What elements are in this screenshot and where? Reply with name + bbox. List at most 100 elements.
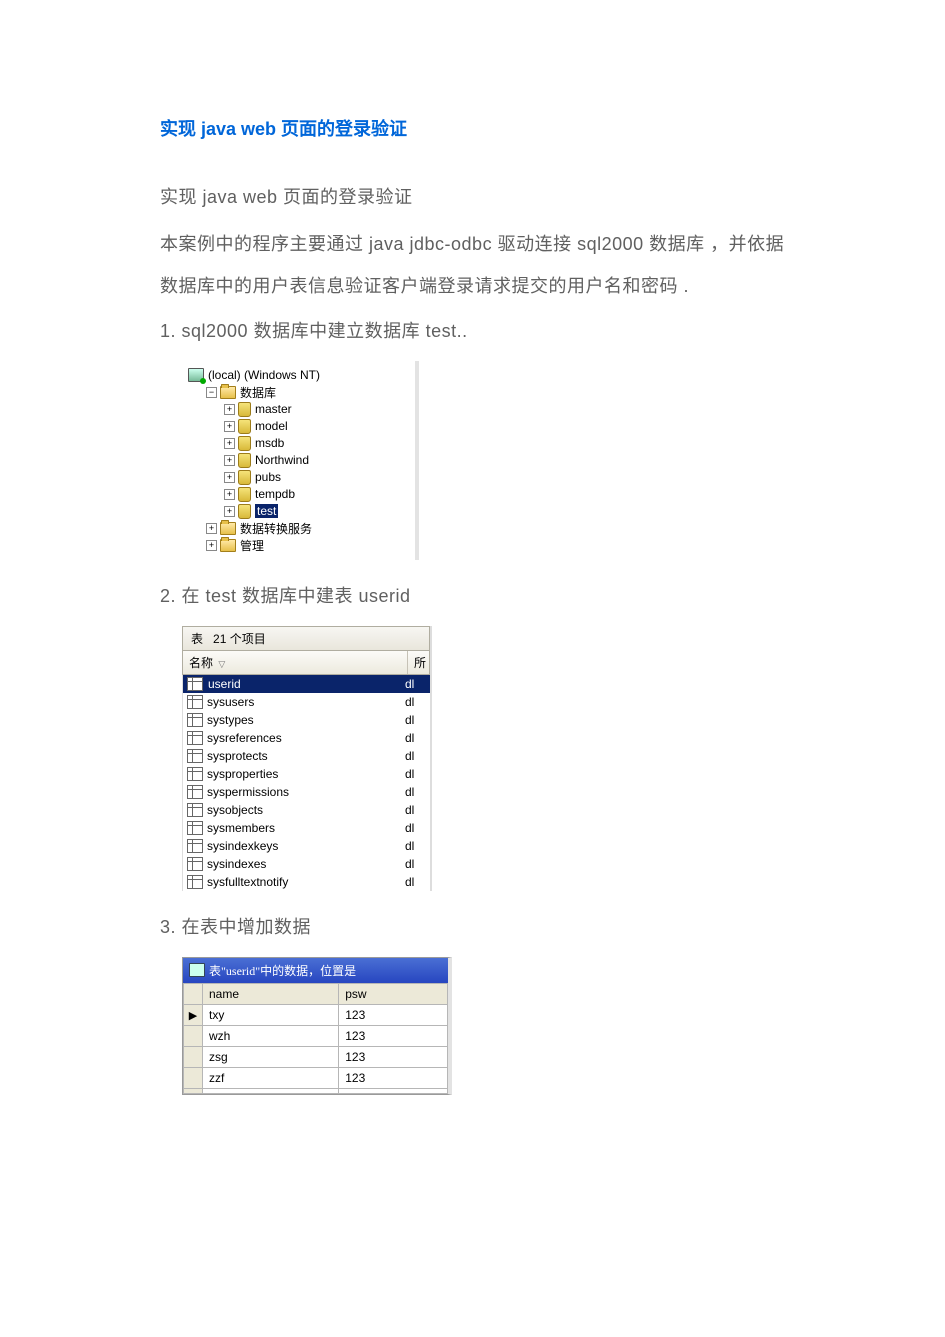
row-selector[interactable]: ▶ xyxy=(184,1004,203,1025)
table-owner: dl xyxy=(401,819,430,837)
window-icon xyxy=(189,963,205,977)
tree-databases-folder[interactable]: − 数据库 xyxy=(188,384,393,401)
table-row[interactable]: systypes dl xyxy=(182,711,430,729)
table-name: sysfulltextnotify xyxy=(207,875,288,889)
data-grid[interactable]: name psw ▶txy123wzh123zsg123zzf123 xyxy=(183,983,448,1094)
table-row[interactable]: sysusersdl xyxy=(182,693,430,711)
table-owner: dl xyxy=(401,729,430,747)
table-name: sysreferences xyxy=(207,731,282,745)
table-row[interactable]: sysfulltextnotifydl xyxy=(182,873,430,891)
tables-list[interactable]: 表 21 个项目 名称 ▽ 所 useriddlsysusersdlsystyp… xyxy=(182,626,432,891)
column-owner[interactable]: 所 xyxy=(414,656,426,670)
folder-icon xyxy=(220,539,236,552)
folder-label: 数据转换服务 xyxy=(240,520,312,537)
cell-name[interactable]: zsg xyxy=(203,1046,339,1067)
tree-db-node[interactable]: +Northwind xyxy=(188,452,393,469)
db-label: tempdb xyxy=(255,487,295,501)
expand-icon[interactable]: + xyxy=(224,472,235,483)
step-1: 1. sql2000 数据库中建立数据库 test.. xyxy=(160,313,785,351)
select-all-corner[interactable] xyxy=(184,983,203,1004)
folder-icon xyxy=(220,522,236,535)
data-grid-screenshot: 表"userid"中的数据，位置是 name psw ▶txy123wzh123… xyxy=(182,957,785,1095)
database-icon xyxy=(238,504,251,519)
grid-row[interactable]: zsg123 xyxy=(184,1046,448,1067)
grid-titlebar[interactable]: 表"userid"中的数据，位置是 xyxy=(183,958,448,983)
table-icon xyxy=(187,695,203,709)
table-name: systypes xyxy=(207,713,254,727)
table-row[interactable]: sysindexkeysdl xyxy=(182,837,430,855)
database-icon xyxy=(238,487,251,502)
table-owner: dl xyxy=(401,675,430,693)
cell-psw[interactable]: 123 xyxy=(339,1025,448,1046)
server-label: (local) (Windows NT) xyxy=(208,368,320,382)
grid-row[interactable]: ▶ txy123 xyxy=(184,1004,448,1025)
expand-icon[interactable]: + xyxy=(206,523,217,534)
table-owner: dl xyxy=(401,747,430,765)
cell-name[interactable]: txy xyxy=(203,1004,339,1025)
row-selector[interactable] xyxy=(184,1067,203,1088)
row-selector[interactable] xyxy=(184,1046,203,1067)
column-name[interactable]: 名称 xyxy=(189,656,213,670)
expand-icon[interactable]: + xyxy=(206,540,217,551)
table-row[interactable]: sysprotectsdl xyxy=(182,747,430,765)
tree-mgmt-folder[interactable]: + 管理 xyxy=(188,537,393,554)
database-icon xyxy=(238,402,251,417)
table-icon xyxy=(187,857,203,871)
folder-label: 数据库 xyxy=(240,384,276,401)
tree-dts-folder[interactable]: + 数据转换服务 xyxy=(188,520,393,537)
table-owner: dl xyxy=(401,693,430,711)
tables-count: 21 个项目 xyxy=(213,630,266,647)
expand-icon[interactable]: + xyxy=(224,506,235,517)
database-icon xyxy=(238,436,251,451)
tree-db-node[interactable]: +pubs xyxy=(188,469,393,486)
cell-name[interactable]: wzh xyxy=(203,1025,339,1046)
current-row-icon: ▶ xyxy=(189,1010,197,1022)
expand-icon[interactable]: + xyxy=(224,421,235,432)
collapse-icon[interactable]: − xyxy=(206,387,217,398)
folder-label: 管理 xyxy=(240,537,264,554)
table-row[interactable]: syspropertiesdl xyxy=(182,765,430,783)
db-label: msdb xyxy=(255,436,284,450)
table-owner: dl xyxy=(401,837,430,855)
table-row[interactable]: userid dl xyxy=(182,675,430,693)
tree-db-test[interactable]: + test xyxy=(188,503,393,520)
intro-line-1: 实现 java web 页面的登录验证 xyxy=(160,177,785,218)
table-row[interactable]: sysreferences dl xyxy=(182,729,430,747)
tables-header[interactable]: 名称 ▽ 所 xyxy=(182,650,430,675)
expand-icon[interactable]: + xyxy=(224,438,235,449)
tree-server-node[interactable]: (local) (Windows NT) xyxy=(188,367,393,384)
cell-psw[interactable]: 123 xyxy=(339,1067,448,1088)
step-3: 3. 在表中增加数据 xyxy=(160,909,785,947)
tree-db-node[interactable]: + tempdb xyxy=(188,486,393,503)
cell-psw[interactable]: 123 xyxy=(339,1004,448,1025)
grid-col-name[interactable]: name xyxy=(203,983,339,1004)
tree-db-node[interactable]: +master xyxy=(188,401,393,418)
row-selector[interactable] xyxy=(184,1025,203,1046)
table-row[interactable]: sysindexesdl xyxy=(182,855,430,873)
tree-view[interactable]: (local) (Windows NT) − 数据库 +master+model… xyxy=(182,361,419,560)
grid-row[interactable]: wzh123 xyxy=(184,1025,448,1046)
table-name: userid xyxy=(207,677,242,691)
table-icon xyxy=(187,749,203,763)
expand-icon[interactable]: + xyxy=(224,489,235,500)
expand-icon[interactable]: + xyxy=(224,404,235,415)
table-icon xyxy=(187,785,203,799)
grid-col-psw[interactable]: psw xyxy=(339,983,448,1004)
table-owner: dl xyxy=(401,711,430,729)
table-row[interactable]: sysobjects dl xyxy=(182,801,430,819)
sort-desc-icon: ▽ xyxy=(218,659,225,669)
table-icon xyxy=(187,731,203,745)
tree-db-node[interactable]: + msdb xyxy=(188,435,393,452)
table-row[interactable]: syspermissionsdl xyxy=(182,783,430,801)
cell-psw[interactable]: 123 xyxy=(339,1046,448,1067)
table-name: sysobjects xyxy=(207,803,263,817)
tree-db-node[interactable]: +model xyxy=(188,418,393,435)
expand-icon[interactable]: + xyxy=(224,455,235,466)
grid-row[interactable]: zzf123 xyxy=(184,1067,448,1088)
server-icon xyxy=(188,368,204,382)
table-owner: dl xyxy=(401,801,430,819)
table-owner: dl xyxy=(401,855,430,873)
data-grid-window[interactable]: 表"userid"中的数据，位置是 name psw ▶txy123wzh123… xyxy=(182,957,452,1095)
table-row[interactable]: sysmembersdl xyxy=(182,819,430,837)
cell-name[interactable]: zzf xyxy=(203,1067,339,1088)
